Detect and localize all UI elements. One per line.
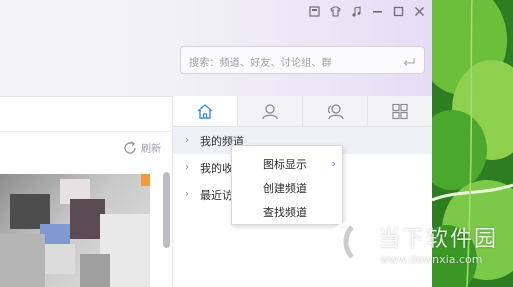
app-window: 搜索：频道、好友、讨论组、群 刷新 › 我的频道 › 我的收 › 最近访 — [0, 0, 432, 287]
music-icon[interactable] — [346, 3, 367, 19]
tab-apps[interactable] — [368, 96, 432, 126]
tab-groups[interactable] — [303, 96, 368, 126]
chevron-right-icon: › — [185, 135, 189, 146]
minimize-icon[interactable] — [367, 3, 388, 19]
menu-item-label: 图标显示 — [263, 158, 307, 171]
search-input[interactable]: 搜索：频道、好友、讨论组、群 — [180, 46, 425, 74]
group-icon — [328, 103, 344, 119]
chevron-right-icon: › — [185, 162, 189, 173]
person-icon — [262, 103, 278, 119]
menu-item-label: 查找频道 — [263, 206, 307, 219]
tree-node-label: 最近访 — [200, 188, 233, 202]
contact-tabs — [173, 96, 432, 127]
submenu-arrow-icon: › — [331, 157, 336, 170]
tab-friends[interactable] — [238, 96, 303, 126]
desktop-wallpaper — [432, 0, 513, 287]
scrollbar-thumb[interactable] — [163, 172, 170, 248]
grid-icon — [392, 103, 408, 119]
tab-home[interactable] — [173, 96, 238, 126]
video-badge — [141, 174, 150, 186]
context-menu: 图标显示 › 创建频道 查找频道 — [231, 145, 343, 225]
menu-item-icon-display[interactable]: 图标显示 › — [232, 152, 342, 176]
tree-node-label: 我的收 — [200, 161, 233, 175]
menu-item-create-channel[interactable]: 创建频道 — [232, 176, 342, 200]
left-panel-separator — [0, 131, 172, 132]
maximize-icon[interactable] — [388, 3, 409, 19]
menu-item-find-channel[interactable]: 查找频道 — [232, 200, 342, 224]
shirt-icon[interactable] — [325, 3, 346, 19]
channel-thumbnail[interactable] — [0, 174, 150, 287]
skin-icon[interactable] — [304, 3, 325, 19]
close-icon[interactable] — [409, 3, 430, 19]
home-icon — [197, 103, 213, 119]
enter-icon[interactable] — [402, 54, 416, 73]
refresh-icon — [124, 140, 136, 154]
refresh-button[interactable]: 刷新 — [122, 140, 161, 155]
refresh-label: 刷新 — [141, 144, 161, 155]
title-bar: 搜索：频道、好友、讨论组、群 — [0, 0, 432, 96]
menu-item-label: 创建频道 — [263, 182, 307, 195]
search-placeholder: 搜索：频道、好友、讨论组、群 — [189, 58, 332, 69]
window-controls — [304, 3, 430, 19]
chevron-right-icon: › — [185, 189, 189, 200]
